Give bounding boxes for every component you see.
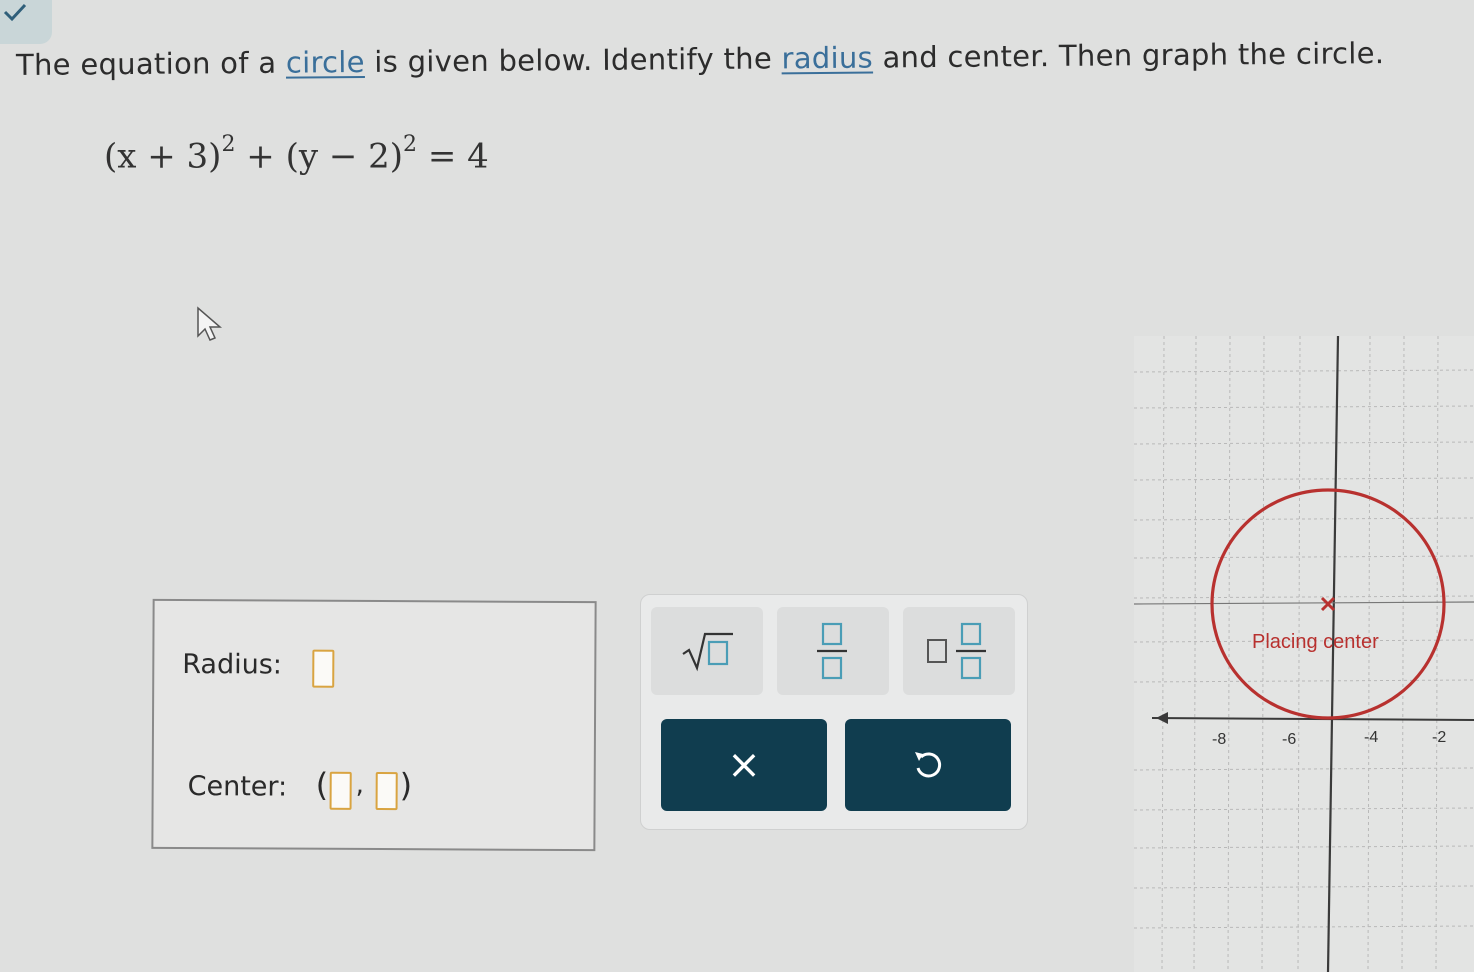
center-x-input[interactable] (329, 771, 352, 810)
square-root-icon (682, 632, 733, 672)
x-tick-label: -2 (1432, 729, 1446, 746)
question-text: is given below. Identify the (364, 41, 782, 79)
equation-rhs: = 4 (417, 136, 489, 177)
mixed-number-key[interactable] (903, 607, 1015, 695)
circle-equation: (x + 3)2 + (y − 2)2 = 4 (104, 132, 489, 177)
mixed-number-icon (927, 622, 986, 680)
center-open-paren: ( (315, 765, 329, 804)
question-prompt: The equation of a circle is given below.… (16, 35, 1466, 82)
circle-definition-link[interactable]: circle (286, 45, 365, 80)
equation-term-y: (y − 2) (285, 136, 404, 177)
undo-icon (915, 752, 942, 778)
radius-input[interactable] (312, 649, 335, 688)
center-close-paren: ) (399, 766, 413, 805)
x-tick-label: -6 (1282, 731, 1296, 748)
radius-definition-link[interactable]: radius (781, 41, 873, 76)
equation-exponent: 2 (221, 132, 236, 157)
equation-term-x: (x + 3) (104, 136, 222, 177)
center-comma: , (355, 769, 365, 800)
x-tick-label: -8 (1212, 731, 1226, 748)
undo-button[interactable] (845, 719, 1011, 811)
fraction-key[interactable] (777, 607, 889, 695)
question-text: and center. Then graph the circle. (872, 36, 1385, 75)
sqrt-key[interactable] (651, 607, 763, 695)
question-text: The equation of a (15, 45, 287, 82)
math-keypad: × (640, 594, 1028, 830)
placing-center-status: Placing center (1252, 631, 1379, 653)
answered-check-tab (0, 0, 52, 44)
close-icon: × (727, 742, 761, 788)
x-tick-label: -4 (1364, 729, 1378, 746)
equation-plus: + (235, 136, 286, 177)
checkmark-icon (3, 3, 27, 22)
coordinate-graph[interactable]: -8 -6 -4 -2 Placing center (1134, 336, 1474, 972)
center-y-input[interactable] (375, 772, 398, 811)
radius-label: Radius: (182, 648, 283, 681)
clear-button[interactable]: × (661, 719, 827, 811)
fraction-icon (817, 622, 847, 680)
mouse-pointer-icon (197, 306, 223, 341)
center-label: Center: (187, 771, 288, 803)
answer-entry-panel: Radius: Center: ( , ) (151, 598, 597, 852)
equation-exponent: 2 (403, 132, 418, 157)
